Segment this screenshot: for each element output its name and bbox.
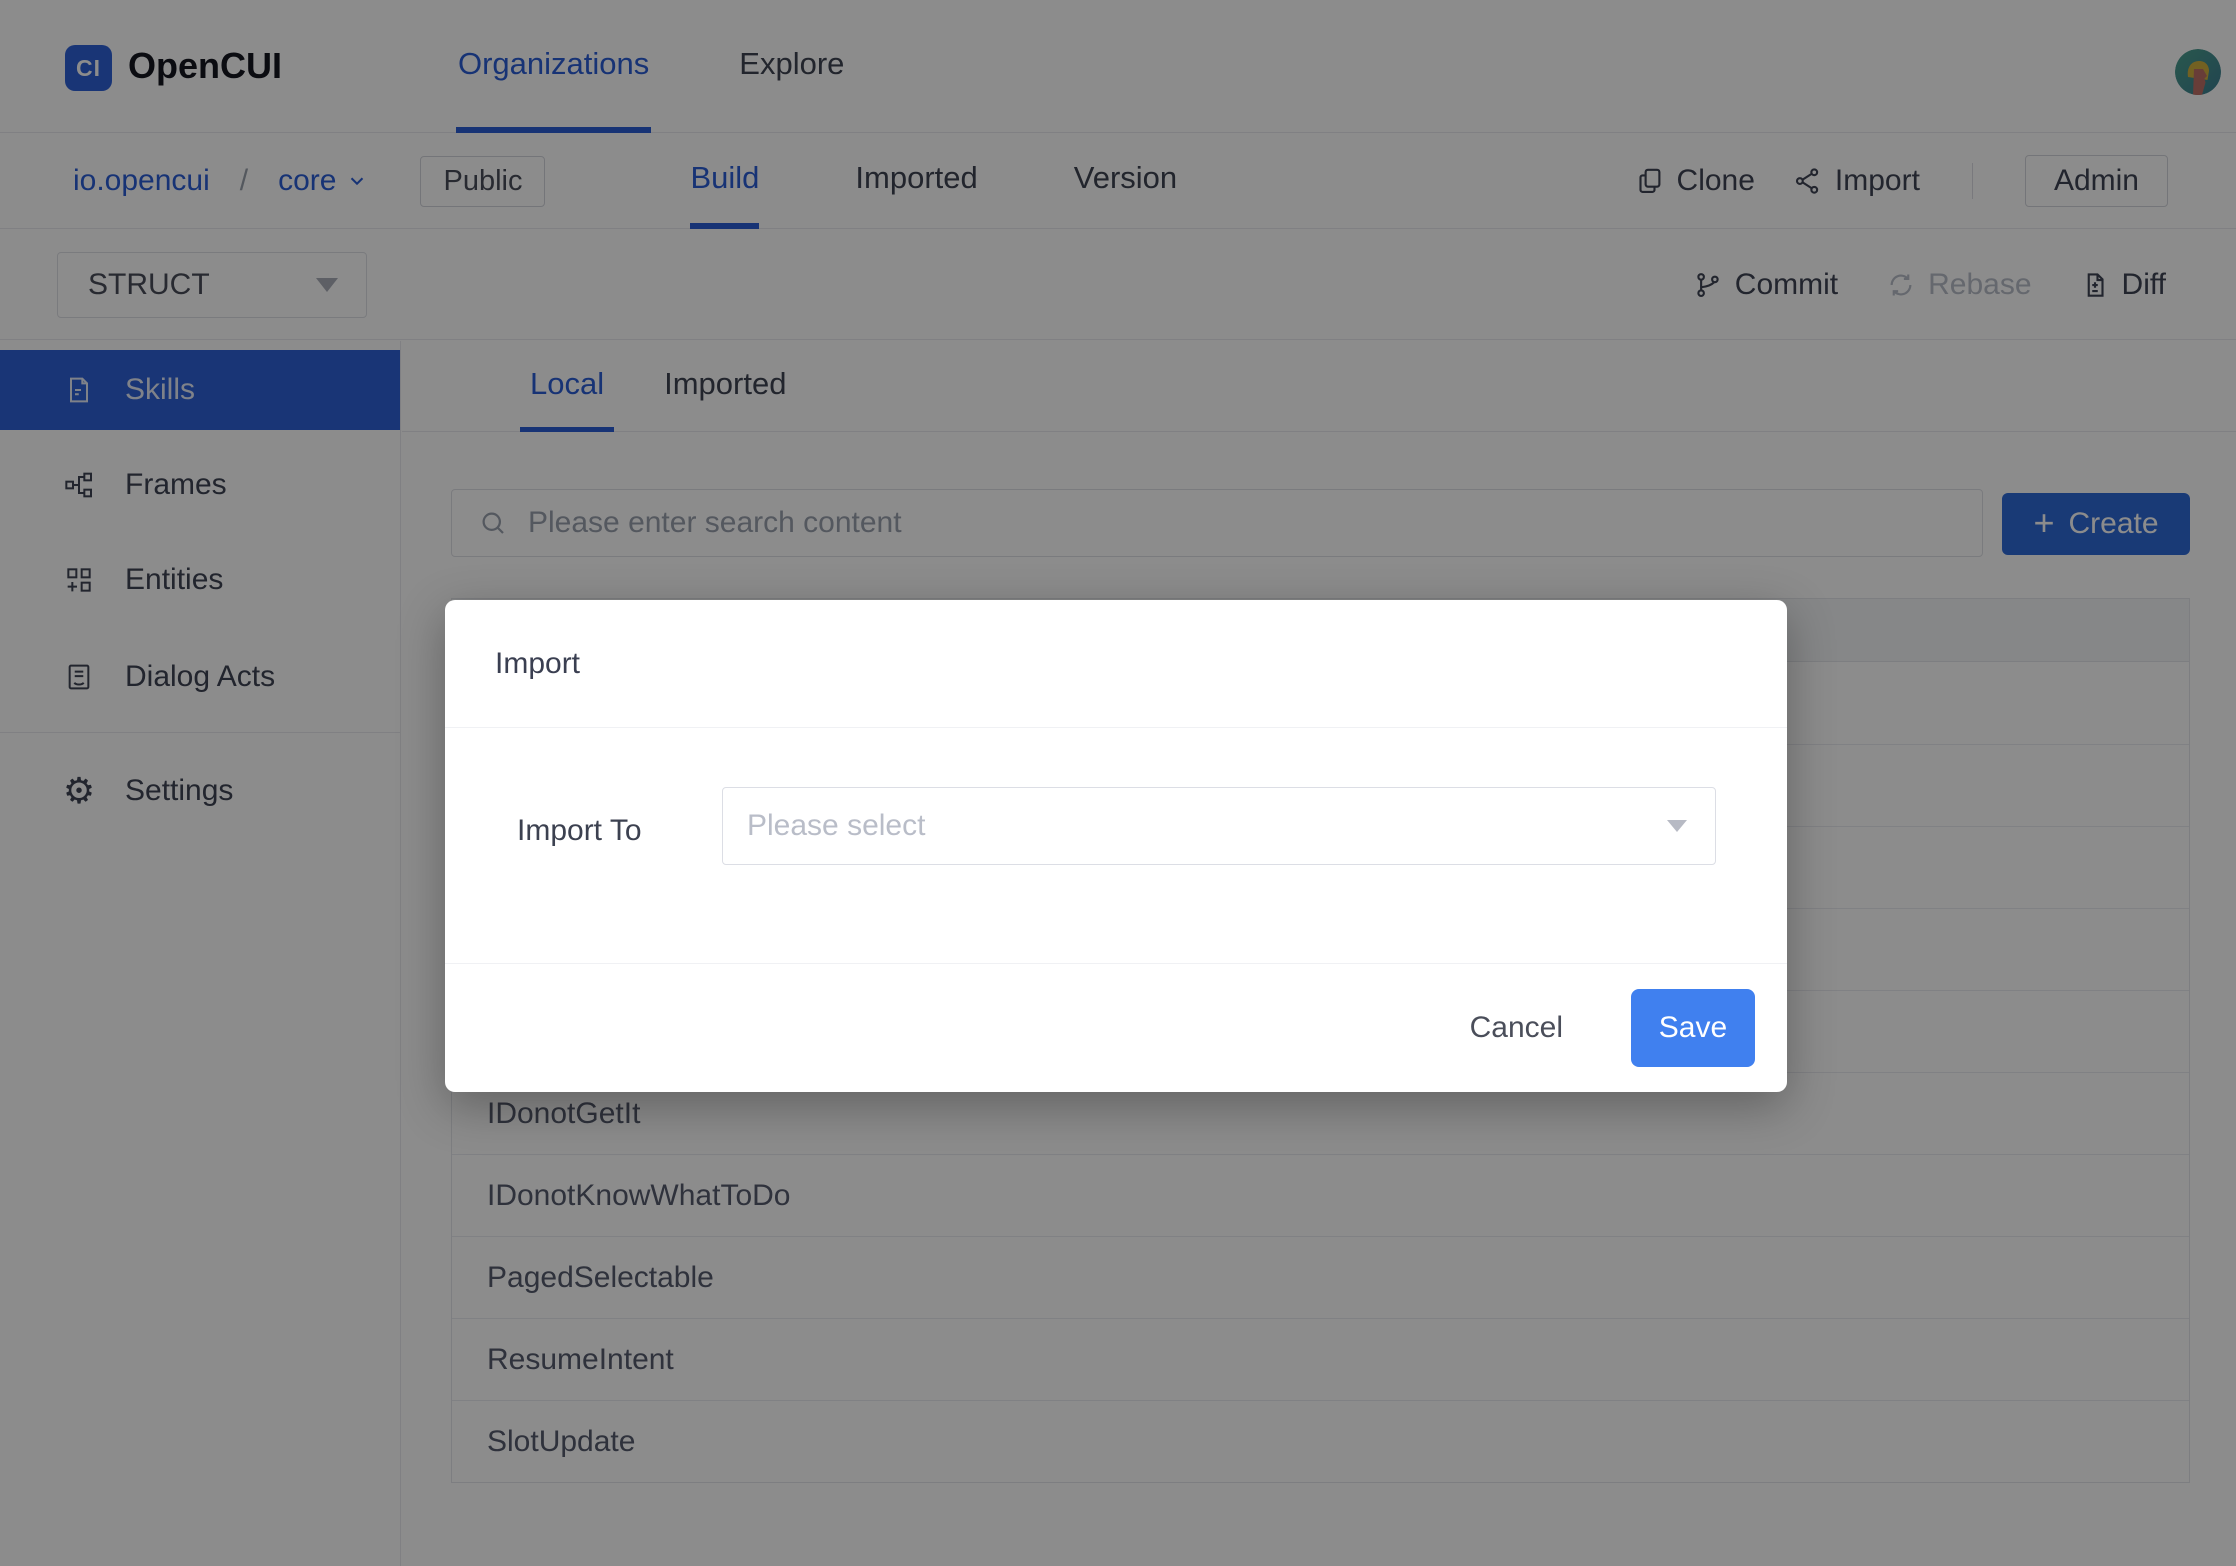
cancel-button[interactable]: Cancel — [1448, 1001, 1585, 1055]
modal-header: Import — [445, 600, 1787, 728]
save-button[interactable]: Save — [1631, 989, 1755, 1067]
modal-footer: Cancel Save — [445, 963, 1787, 1092]
import-to-label: Import To — [517, 814, 642, 847]
import-to-select[interactable]: Please select — [722, 787, 1716, 865]
select-placeholder: Please select — [747, 809, 926, 842]
modal-body: Import To Please select — [445, 728, 1787, 962]
select-caret-icon — [1667, 820, 1687, 832]
import-modal: Import Import To Please select Cancel Sa… — [445, 600, 1787, 1092]
opencui-app: CI OpenCUI Organizations Explore io.open… — [0, 0, 2236, 1566]
modal-title: Import — [495, 646, 581, 680]
